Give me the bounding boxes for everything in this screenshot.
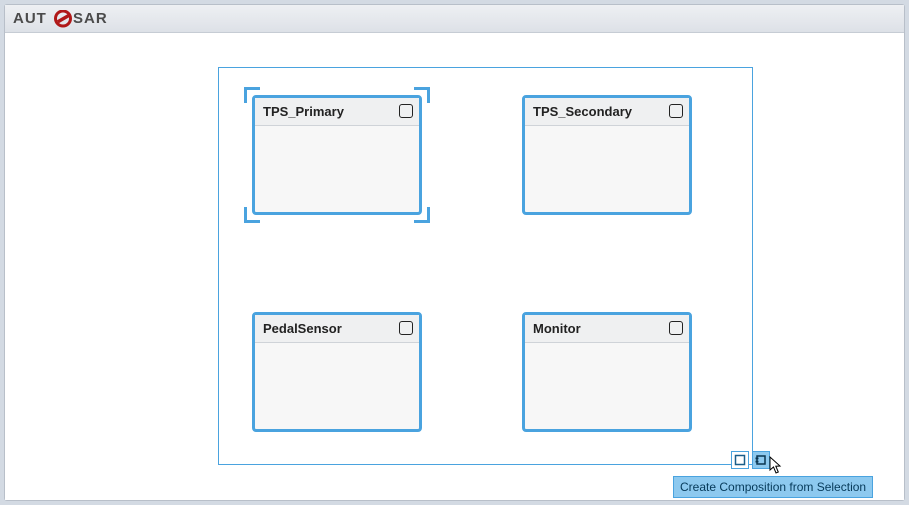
component-header: Monitor bbox=[525, 315, 689, 343]
component-title: Monitor bbox=[533, 321, 581, 336]
component-pedal-sensor[interactable]: PedalSensor bbox=[252, 312, 422, 432]
diagram-canvas[interactable]: TPS_Primary TPS_Secondary PedalSensor Mo… bbox=[5, 33, 904, 500]
svg-text:AUT: AUT bbox=[13, 10, 47, 27]
component-header: TPS_Primary bbox=[255, 98, 419, 126]
component-monitor[interactable]: Monitor bbox=[522, 312, 692, 432]
svg-text:SAR: SAR bbox=[73, 10, 108, 27]
mouse-cursor-icon bbox=[769, 456, 785, 476]
rect-icon bbox=[734, 454, 746, 466]
component-tps-secondary[interactable]: TPS_Secondary bbox=[522, 95, 692, 215]
component-title: TPS_Secondary bbox=[533, 104, 632, 119]
tooltip: Create Composition from Selection bbox=[673, 476, 873, 498]
component-type-icon bbox=[399, 104, 413, 118]
component-icon bbox=[755, 454, 767, 466]
autosar-logo: AUT SAR bbox=[13, 10, 123, 28]
app-window: AUT SAR TPS_Primary TPS_Secondary bbox=[4, 4, 905, 501]
component-header: PedalSensor bbox=[255, 315, 419, 343]
component-type-icon bbox=[669, 104, 683, 118]
create-composition-button[interactable] bbox=[752, 451, 770, 469]
component-type-icon bbox=[669, 321, 683, 335]
component-title: TPS_Primary bbox=[263, 104, 344, 119]
component-title: PedalSensor bbox=[263, 321, 342, 336]
component-type-icon bbox=[399, 321, 413, 335]
component-tps-primary[interactable]: TPS_Primary bbox=[252, 95, 422, 215]
selection-outline-button[interactable] bbox=[731, 451, 749, 469]
component-header: TPS_Secondary bbox=[525, 98, 689, 126]
tooltip-text: Create Composition from Selection bbox=[680, 480, 866, 494]
selection-toolbar bbox=[731, 451, 770, 469]
title-bar: AUT SAR bbox=[5, 5, 904, 33]
